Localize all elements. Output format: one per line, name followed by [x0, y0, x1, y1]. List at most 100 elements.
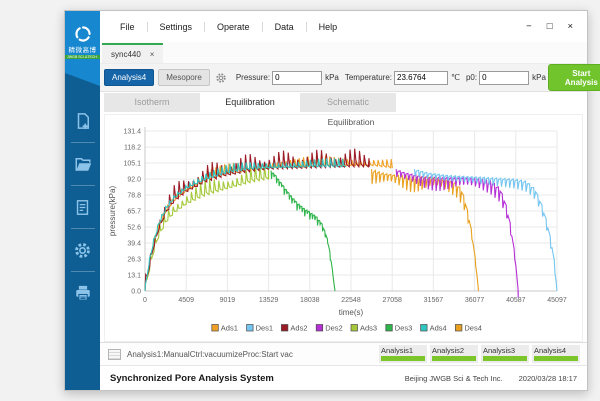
- sidebar-divider: [71, 142, 95, 143]
- svg-text:Des2: Des2: [325, 323, 343, 332]
- pressure-input[interactable]: [272, 71, 322, 85]
- svg-text:pressure(kPa): pressure(kPa): [108, 185, 117, 236]
- svg-text:13.1: 13.1: [127, 272, 141, 279]
- sidebar-report-button[interactable]: [74, 196, 91, 218]
- equilibration-chart: Equilibration time(s) pressure(kPa) 0 4509 90…: [105, 115, 582, 341]
- status-message: Analysis1:ManualCtrl:vacuumizeProc:Start…: [127, 350, 293, 359]
- temperature-label: Temperature:: [345, 73, 392, 82]
- svg-text:Ads2: Ads2: [290, 323, 307, 332]
- menu-data[interactable]: Data: [263, 22, 306, 32]
- app-title: Synchronized Pore Analysis System: [110, 373, 274, 384]
- logo-swirl-icon: [74, 25, 92, 43]
- svg-text:65.7: 65.7: [127, 208, 141, 215]
- analysis-progress-group: Analysis1 Analysis2 Analysis3 Analysis4: [379, 345, 580, 363]
- svg-text:Equilibration: Equilibration: [328, 117, 375, 127]
- menu-help[interactable]: Help: [307, 22, 350, 32]
- gear-icon: [73, 241, 92, 260]
- menu-operate[interactable]: Operate: [205, 22, 262, 32]
- menu-settings[interactable]: Settings: [148, 22, 205, 32]
- company-name: Beijing JWGB Sci & Tech Inc.: [405, 374, 503, 383]
- svg-text:27058: 27058: [382, 297, 402, 304]
- svg-text:13529: 13529: [259, 297, 279, 304]
- svg-text:18038: 18038: [300, 297, 320, 304]
- app-logo: 精微高博 JWGB SCI.&TECH.: [65, 11, 100, 73]
- menu-file[interactable]: File: [108, 22, 147, 32]
- svg-text:118.2: 118.2: [124, 144, 141, 151]
- pressure-label: Pressure:: [236, 73, 270, 82]
- p0-unit: kPa: [532, 73, 546, 82]
- gear-icon: [215, 72, 227, 84]
- equilibration-chart-panel: Equilibration time(s) pressure(kPa) 0 4509 90…: [104, 114, 583, 342]
- datetime: 2020/03/28 18:17: [519, 374, 577, 383]
- svg-text:time(s): time(s): [339, 308, 364, 317]
- sidebar: 精微高博 JWGB SCI.&TECH.: [65, 11, 100, 390]
- svg-text:4509: 4509: [178, 297, 194, 304]
- progress-bar: [534, 356, 578, 361]
- svg-text:9019: 9019: [220, 297, 236, 304]
- main-area: File Settings Operate Data Help − □ × sy…: [100, 11, 587, 390]
- brand-name-cn: 精微高博: [69, 44, 97, 54]
- svg-text:78.8: 78.8: [127, 192, 141, 199]
- svg-text:31567: 31567: [424, 297, 444, 304]
- tab-schematic[interactable]: Schematic: [300, 93, 396, 112]
- maximize-button[interactable]: □: [547, 22, 553, 32]
- svg-text:36077: 36077: [465, 297, 485, 304]
- svg-text:Des3: Des3: [395, 323, 413, 332]
- analysis3-progress[interactable]: Analysis3: [481, 345, 529, 363]
- menus: File Settings Operate Data Help: [108, 22, 349, 32]
- analysis1-progress[interactable]: Analysis1: [379, 345, 427, 363]
- status-row: Analysis1:ManualCtrl:vacuumizeProc:Start…: [100, 342, 587, 367]
- temperature-unit: ℃: [451, 73, 460, 82]
- menu-bar: File Settings Operate Data Help − □ ×: [100, 11, 587, 42]
- svg-text:26.3: 26.3: [127, 256, 141, 263]
- tab-isotherm[interactable]: Isotherm: [104, 93, 200, 112]
- svg-text:0.0: 0.0: [131, 288, 141, 295]
- svg-text:Ads4: Ads4: [430, 323, 447, 332]
- svg-text:39.4: 39.4: [127, 240, 141, 247]
- sidebar-divider: [71, 271, 95, 272]
- new-document-icon: [74, 112, 92, 130]
- svg-text:22548: 22548: [341, 297, 361, 304]
- window-controls: − □ ×: [526, 22, 573, 32]
- analysis4-progress[interactable]: Analysis4: [532, 345, 580, 363]
- footer-right: Beijing JWGB Sci & Tech Inc. 2020/03/28 …: [405, 374, 577, 383]
- close-button[interactable]: ×: [567, 22, 573, 32]
- svg-text:0: 0: [143, 297, 147, 304]
- analysis1-progress-label: Analysis1: [381, 346, 425, 355]
- status-left: Analysis1:ManualCtrl:vacuumizeProc:Start…: [108, 349, 293, 360]
- svg-text:Des4: Des4: [464, 323, 482, 332]
- sidebar-divider: [71, 185, 95, 186]
- toolbar-settings-button[interactable]: [212, 72, 230, 84]
- progress-bar: [381, 356, 425, 361]
- app-window: 精微高博 JWGB SCI.&TECH.: [64, 10, 588, 391]
- document-tab-label: sync440: [111, 50, 141, 59]
- p0-input[interactable]: [479, 71, 529, 85]
- sidebar-print-button[interactable]: [74, 282, 92, 304]
- mesopore-button[interactable]: Mesopore: [158, 69, 210, 86]
- sidebar-nav: [65, 86, 100, 390]
- analysis2-progress-label: Analysis2: [432, 346, 476, 355]
- sidebar-open-file-button[interactable]: [74, 153, 92, 175]
- tab-equilibration[interactable]: Equilibration: [202, 93, 298, 112]
- svg-text:45097: 45097: [547, 297, 567, 304]
- sidebar-settings-button[interactable]: [73, 239, 92, 261]
- status-log-icon[interactable]: [108, 349, 121, 360]
- svg-text:Ads3: Ads3: [360, 323, 377, 332]
- report-document-icon: [74, 199, 91, 216]
- pressure-unit: kPa: [325, 73, 339, 82]
- document-tab-sync440[interactable]: sync440 ×: [102, 43, 163, 63]
- svg-text:92.0: 92.0: [127, 176, 141, 183]
- svg-text:Des1: Des1: [256, 323, 274, 332]
- sidebar-new-file-button[interactable]: [74, 110, 92, 132]
- minimize-button[interactable]: −: [526, 22, 532, 32]
- open-folder-icon: [74, 155, 92, 173]
- temperature-input[interactable]: [394, 71, 448, 85]
- printer-icon: [74, 284, 92, 302]
- view-tabs: Isotherm Equilibration Schematic: [100, 92, 587, 113]
- analysis4-button[interactable]: Analysis4: [104, 69, 154, 86]
- footer-bar: Synchronized Pore Analysis System Beijin…: [100, 366, 587, 390]
- document-tabstrip: sync440 ×: [100, 42, 587, 64]
- start-analysis-button[interactable]: Start Analysis: [548, 64, 600, 91]
- analysis2-progress[interactable]: Analysis2: [430, 345, 478, 363]
- tab-close-icon[interactable]: ×: [150, 50, 155, 59]
